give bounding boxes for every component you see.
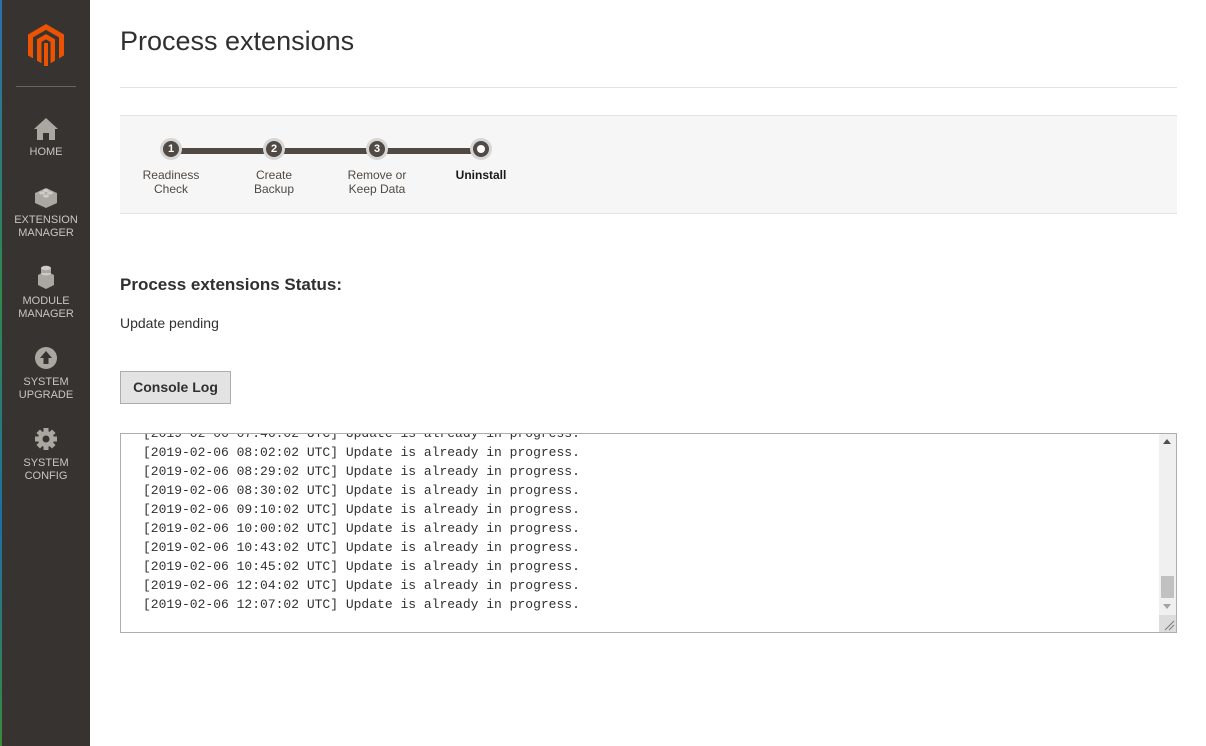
log-line: [2019-02-06 10:43:02 UTC] Update is alre… bbox=[143, 540, 580, 555]
log-line: [2019-02-06 10:00:02 UTC] Update is alre… bbox=[143, 521, 580, 536]
sidebar-item-home[interactable]: HOME bbox=[2, 116, 90, 159]
lego-brick-icon bbox=[35, 188, 57, 208]
sidebar-item-label: UPGRADE bbox=[18, 389, 74, 401]
title-divider bbox=[120, 87, 1177, 88]
status-text: Update pending bbox=[120, 315, 219, 331]
scroll-up-arrow-icon[interactable] bbox=[1163, 439, 1171, 444]
status-heading: Process extensions Status: bbox=[120, 275, 343, 294]
sidebar-item-system-config[interactable]: SYSTEM CONFIG bbox=[2, 427, 90, 483]
step-number: 2 bbox=[266, 141, 282, 157]
gear-icon bbox=[35, 428, 57, 450]
sidebar-item-extension-manager[interactable]: EXTENSION MANAGER bbox=[2, 184, 90, 240]
log-line: [2019-02-06 08:30:02 UTC] Update is alre… bbox=[143, 483, 580, 498]
log-line: [2019-02-06 09:10:02 UTC] Update is alre… bbox=[143, 502, 580, 517]
logo-divider bbox=[16, 86, 76, 87]
home-icon bbox=[34, 118, 58, 140]
step-label: Readiness Check bbox=[142, 168, 200, 196]
sidebar-item-label: CONFIG bbox=[24, 470, 68, 482]
scroll-down-arrow-icon[interactable] bbox=[1163, 604, 1171, 609]
step-marker: 1 bbox=[160, 138, 182, 160]
log-line: [2019-02-06 10:45:02 UTC] Update is alre… bbox=[143, 559, 580, 574]
sidebar-item-system-upgrade[interactable]: SYSTEM UPGRADE bbox=[2, 346, 90, 402]
sidebar-item-label: MANAGER bbox=[18, 308, 74, 320]
step-marker: 2 bbox=[263, 138, 285, 160]
scroll-thumb[interactable] bbox=[1161, 576, 1174, 598]
sidebar-item-label: MODULE bbox=[22, 295, 70, 307]
module-cube-icon bbox=[38, 265, 54, 289]
log-line: [2019-02-06 08:02:02 UTC] Update is alre… bbox=[143, 445, 580, 460]
sidebar-item-label: SYSTEM bbox=[23, 376, 69, 388]
sidebar-item-label: SYSTEM bbox=[23, 457, 69, 469]
log-scrollbar[interactable] bbox=[1159, 434, 1176, 632]
log-line: [2019-02-06 08:29:02 UTC] Update is alre… bbox=[143, 464, 580, 479]
console-log-lines: [2019-02-06 07:46:02 UTC] Update is alre… bbox=[143, 433, 580, 614]
sidebar-item-label: EXTENSION bbox=[14, 214, 78, 226]
step-label: Create Backup bbox=[253, 168, 295, 196]
console-log-button[interactable]: Console Log bbox=[120, 371, 231, 404]
step-label: Remove or Keep Data bbox=[347, 168, 407, 196]
step-number: 1 bbox=[163, 141, 179, 157]
sidebar-item-label: HOME bbox=[29, 146, 63, 158]
arrow-up-circle-icon bbox=[35, 347, 57, 369]
magento-logo-icon[interactable] bbox=[28, 24, 64, 66]
step-marker-current bbox=[470, 138, 492, 160]
page-title: Process extensions bbox=[120, 26, 355, 56]
sidebar: HOME EXTENSION MANAGER MODULE MANAGER SY… bbox=[2, 0, 90, 746]
console-log-textarea[interactable]: [2019-02-06 07:46:02 UTC] Update is alre… bbox=[120, 433, 1177, 633]
sidebar-item-label: MANAGER bbox=[18, 227, 74, 239]
step-marker: 3 bbox=[366, 138, 388, 160]
step-current-indicator bbox=[473, 141, 489, 157]
log-line: [2019-02-06 12:04:02 UTC] Update is alre… bbox=[143, 578, 580, 593]
progress-steps: 1 Readiness Check 2 Create Backup 3 Remove… bbox=[120, 115, 1177, 214]
progress-line bbox=[171, 148, 481, 154]
log-line: [2019-02-06 07:46:02 UTC] Update is alre… bbox=[143, 433, 580, 441]
step-number: 3 bbox=[369, 141, 385, 157]
log-line: [2019-02-06 12:07:02 UTC] Update is alre… bbox=[143, 597, 580, 612]
sidebar-item-module-manager[interactable]: MODULE MANAGER bbox=[2, 265, 90, 321]
resize-handle-icon[interactable] bbox=[1159, 615, 1176, 632]
step-label: Uninstall bbox=[455, 168, 507, 182]
